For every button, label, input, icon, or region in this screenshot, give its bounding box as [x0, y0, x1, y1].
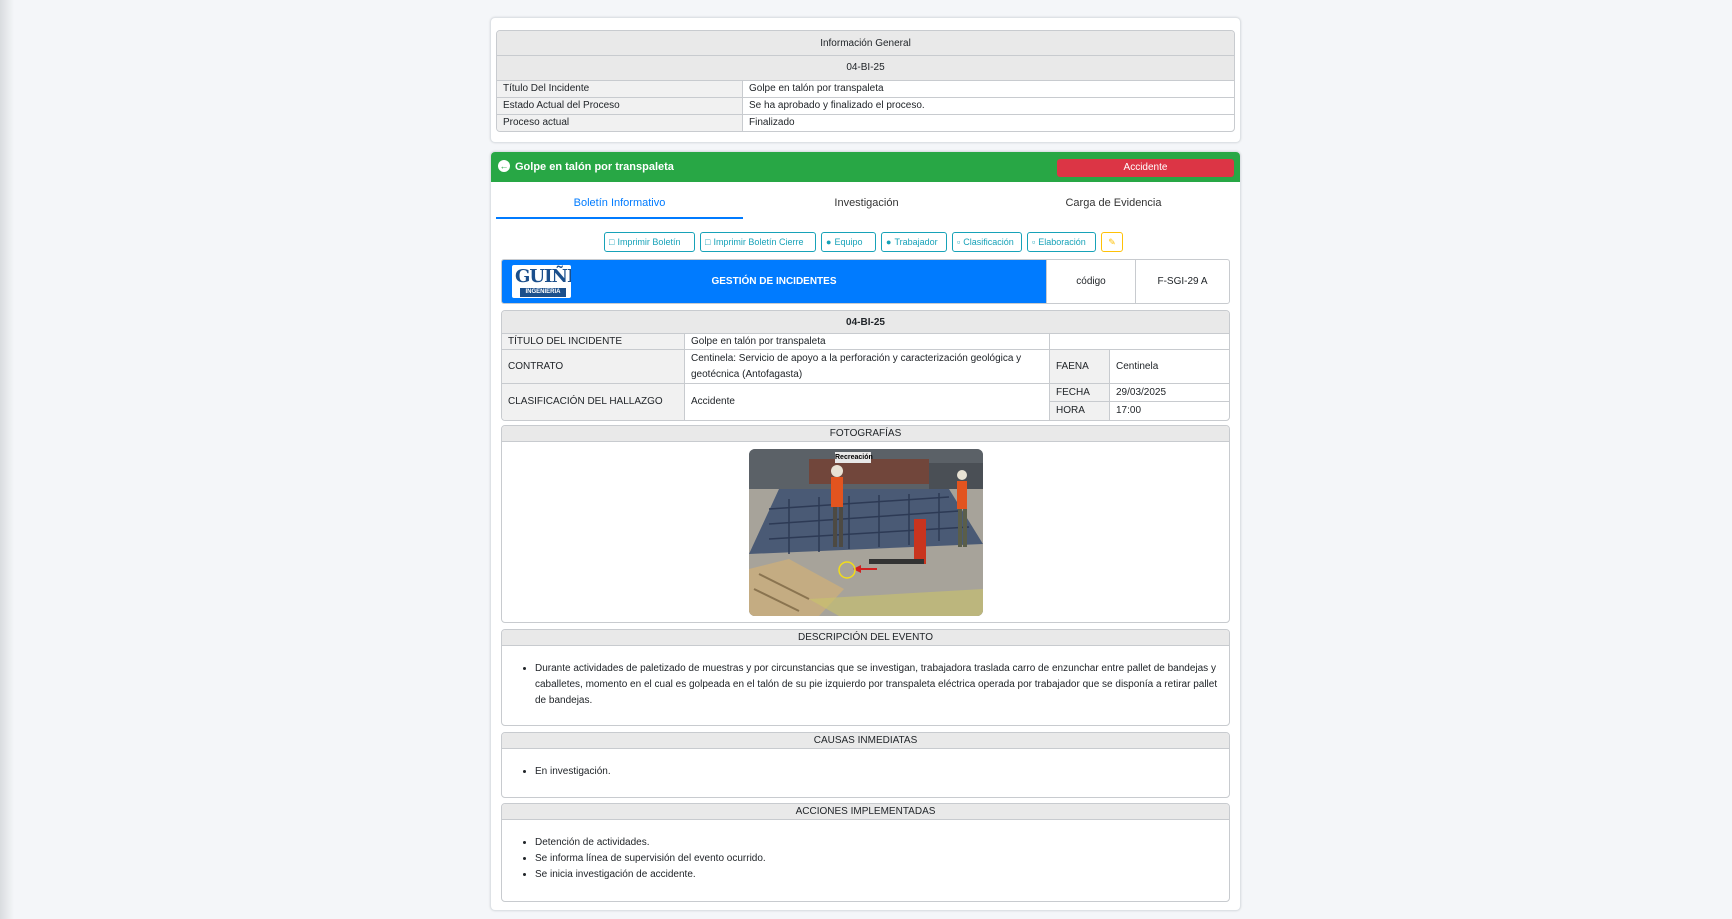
photo-caption: Recreación — [835, 454, 873, 461]
info-value: Golpe en talón por transpaleta — [749, 83, 884, 94]
tab-bar: Boletín Informativo Investigación Carga … — [496, 193, 1236, 219]
list-item: Se informa línea de supervisión del even… — [535, 851, 1229, 867]
general-info-code: 04-BI-25 — [497, 56, 1234, 80]
detail-value-contrato: Centinela: Servicio de apoyo a la perfor… — [685, 350, 1050, 384]
detail-label-contrato: CONTRATO — [502, 350, 685, 384]
detail-code: 04-BI-25 — [502, 311, 1229, 334]
button-label: Imprimir Boletín — [617, 237, 681, 247]
clipboard-icon: ▫ — [957, 237, 961, 247]
code-label: código — [1046, 260, 1135, 303]
pencil-icon: ✎ — [1108, 237, 1116, 247]
actions-section: ACCIONES IMPLEMENTADAS Detención de acti… — [501, 803, 1230, 902]
actions-heading: ACCIONES IMPLEMENTADAS — [502, 804, 1229, 820]
info-label: Título Del Incidente — [497, 81, 743, 97]
list-item: Detención de actividades. — [535, 835, 1229, 851]
incident-photo-image — [749, 449, 983, 616]
team-button[interactable]: ● Equipo — [821, 232, 876, 252]
elaboration-button[interactable]: ▫ Elaboración — [1027, 232, 1096, 252]
logo-wordmark: GUIÑEZ — [515, 266, 571, 287]
print-bulletin-button[interactable]: □ Imprimir Boletín — [604, 232, 695, 252]
button-label: Imprimir Boletín Cierre — [713, 237, 804, 247]
detail-value-fecha: 29/03/2025 — [1110, 384, 1229, 402]
button-label: Equipo — [834, 237, 863, 247]
info-label: Proceso actual — [497, 115, 743, 131]
users-icon: ● — [826, 237, 832, 247]
causes-list: En investigación. — [502, 764, 1229, 780]
document-header: GESTIÓN DE INCIDENTES GUIÑEZ INGENIERIA … — [501, 259, 1230, 304]
detail-value-titulo: Golpe en talón por transpaleta — [685, 334, 1050, 350]
general-info-heading: Información General — [497, 31, 1234, 56]
tab-investigacion[interactable]: Investigación — [743, 193, 990, 219]
user-icon: ● — [886, 237, 892, 247]
company-logo: GUIÑEZ INGENIERIA — [512, 265, 571, 298]
info-row-estado: Estado Actual del Proceso Se ha aprobado… — [497, 97, 1234, 114]
code-value: F-SGI-29 A — [1135, 260, 1229, 303]
incident-header: ← Golpe en talón por transpaleta Acciden… — [491, 152, 1240, 182]
info-value: Finalizado — [749, 117, 795, 128]
description-section: DESCRIPCIÓN DEL EVENTO Durante actividad… — [501, 629, 1230, 726]
photos-heading: FOTOGRAFÍAS — [502, 426, 1229, 442]
causes-heading: CAUSAS INMEDIATAS — [502, 733, 1229, 749]
file-pdf-icon: □ — [705, 237, 711, 247]
detail-label-clasificacion: CLASIFICACIÓN DEL HALLAZGO — [502, 384, 685, 420]
detail-label-hora: HORA — [1050, 402, 1110, 420]
detail-label-faena: FAENA — [1050, 350, 1110, 384]
general-info-table: Información General 04-BI-25 Título Del … — [496, 30, 1235, 132]
button-label: Trabajador — [894, 237, 938, 247]
detail-value-faena: Centinela — [1110, 350, 1229, 384]
description-heading: DESCRIPCIÓN DEL EVENTO — [502, 630, 1229, 646]
worker-button[interactable]: ● Trabajador — [881, 232, 947, 252]
incident-detail-table: 04-BI-25 TÍTULO DEL INCIDENTE Golpe en t… — [501, 310, 1230, 421]
causes-section: CAUSAS INMEDIATAS En investigación. — [501, 732, 1230, 798]
info-label: Estado Actual del Proceso — [497, 98, 743, 114]
document-title: GESTIÓN DE INCIDENTES — [711, 276, 837, 287]
back-arrow-icon[interactable]: ← — [498, 160, 510, 172]
print-closing-bulletin-button[interactable]: □ Imprimir Boletín Cierre — [700, 232, 816, 252]
list-item: Durante actividades de paletizado de mue… — [535, 661, 1219, 709]
general-info-card: Información General 04-BI-25 Título Del … — [490, 17, 1241, 143]
list-item: Se inicia investigación de accidente. — [535, 867, 1229, 883]
file-icon: ▫ — [1032, 237, 1036, 247]
tab-carga-evidencia[interactable]: Carga de Evidencia — [990, 193, 1237, 219]
tab-boletin-informativo[interactable]: Boletín Informativo — [496, 193, 743, 219]
photos-section: FOTOGRAFÍAS Recreación — [501, 425, 1230, 623]
detail-label-titulo: TÍTULO DEL INCIDENTE — [502, 334, 685, 350]
detail-label-fecha: FECHA — [1050, 384, 1110, 402]
detail-empty-cell — [1050, 334, 1229, 350]
incident-card: ← Golpe en talón por transpaleta Acciden… — [490, 151, 1241, 911]
detail-value-clasificacion: Accidente — [685, 384, 1050, 420]
classification-button[interactable]: ▫ Clasificación — [952, 232, 1022, 252]
button-label: Elaboración — [1038, 237, 1086, 247]
incident-photo[interactable]: Recreación — [749, 449, 983, 616]
info-row-titulo: Título Del Incidente Golpe en talón por … — [497, 80, 1234, 97]
detail-value-hora: 17:00 — [1116, 405, 1142, 416]
edit-button[interactable]: ✎ — [1101, 232, 1123, 252]
actions-list: Detención de actividades. Se informa lín… — [502, 835, 1229, 883]
document-brand: GESTIÓN DE INCIDENTES GUIÑEZ INGENIERIA — [502, 260, 1046, 303]
file-pdf-icon: □ — [609, 237, 615, 247]
description-list: Durante actividades de paletizado de mue… — [502, 661, 1229, 709]
incident-title: Golpe en talón por transpaleta — [515, 161, 674, 173]
logo-subtitle: INGENIERIA — [520, 288, 566, 297]
info-row-proceso: Proceso actual Finalizado — [497, 114, 1234, 131]
list-item: En investigación. — [535, 764, 1229, 780]
info-value: Se ha aprobado y finalizado el proceso. — [749, 100, 925, 111]
button-label: Clasificación — [963, 237, 1014, 247]
page-edge-shadow — [0, 0, 14, 919]
classification-badge: Accidente — [1057, 159, 1234, 177]
